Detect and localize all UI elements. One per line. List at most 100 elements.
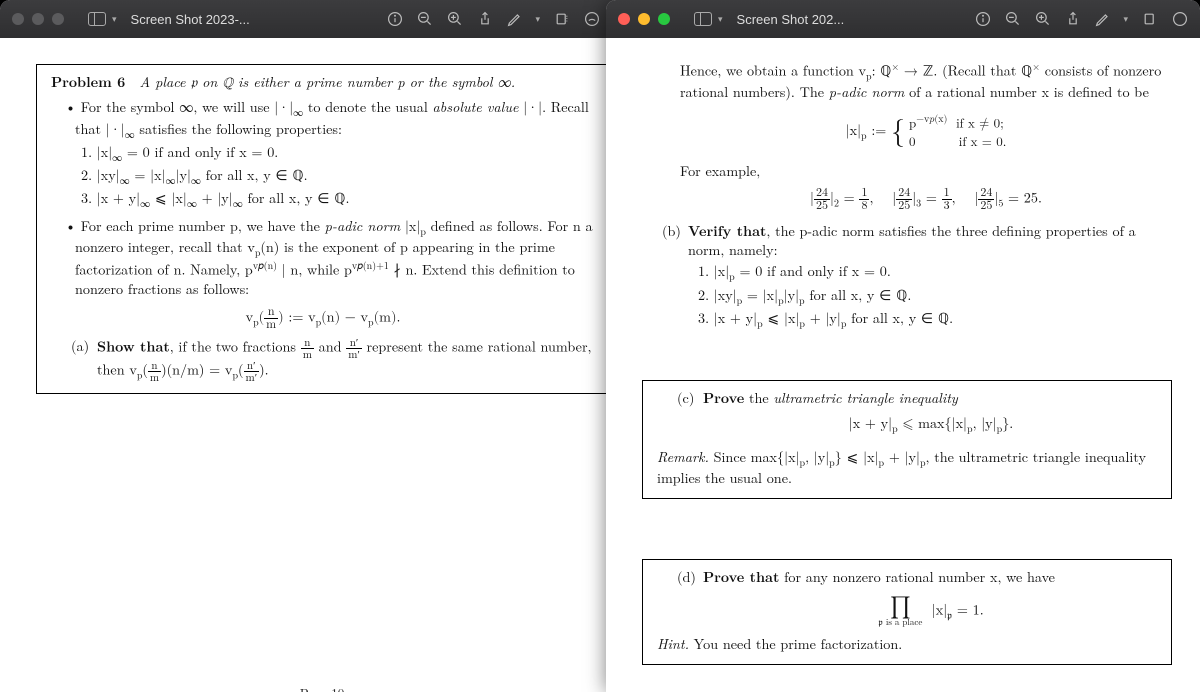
a-label: (a): [71, 337, 97, 383]
t: and: [314, 336, 346, 356]
page-number: Page 10: [36, 684, 608, 692]
part-a: (a) Show that, if the two fractions nm a…: [71, 337, 595, 383]
a-body: Show that, if the two fractions nm and n…: [97, 337, 595, 383]
info-icon[interactable]: [387, 11, 403, 27]
t: 1. |x|: [81, 142, 112, 162]
zoom-in-icon[interactable]: [447, 11, 463, 27]
t: |x|: [932, 603, 947, 617]
c-eq: |x + y|p ⩽ max{|x|p, |y|p}.: [703, 415, 1159, 436]
part-b: (b) Verify that, the p-adic norm satisfi…: [662, 222, 1172, 330]
markup-icon[interactable]: [507, 11, 523, 27]
window-title: Screen Shot 2023-...: [131, 12, 250, 27]
prove: Prove: [703, 388, 744, 408]
min-light[interactable]: [638, 13, 650, 25]
t: ⩽ max{|x|: [898, 417, 967, 431]
highlight-icon[interactable]: [1172, 11, 1188, 27]
chevron-down-icon[interactable]: ▾: [535, 14, 540, 25]
t: ⩽ |x|: [150, 188, 187, 208]
t: if x ≠ 0;: [956, 118, 1004, 131]
t: + |y|: [197, 188, 233, 208]
prop-2: 2. |xy|∞ = |x|∞|y|∞ for all x, y ∈ ℚ.: [81, 166, 595, 187]
toolbar-icons: ▾: [387, 11, 624, 27]
close-light[interactable]: [12, 13, 24, 25]
t: |x|: [400, 216, 420, 236]
t: , if the two fractions: [170, 336, 301, 356]
chevron-down-icon[interactable]: ▾: [1123, 14, 1128, 25]
window-title: Screen Shot 202...: [737, 12, 845, 27]
for-example: For example,: [680, 161, 760, 181]
part-c: (c) Prove the ultrametric triangle inequ…: [677, 389, 1159, 442]
t: 2. |xy|: [698, 285, 737, 305]
hint-label: Hint.: [657, 634, 689, 654]
highlight-icon[interactable]: [584, 11, 600, 27]
prove-that: Prove that: [703, 567, 779, 587]
t: the: [744, 388, 773, 408]
share-icon[interactable]: [1065, 11, 1081, 27]
prop-1: 1. |x|∞ = 0 if and only if x = 0.: [81, 143, 595, 164]
t: = 1.: [952, 603, 984, 617]
page-left: Problem 6 A place 𝔭 on ℚ is either a pri…: [0, 38, 636, 692]
chevron-down-icon[interactable]: ▾: [112, 14, 117, 25]
padic-norm: p-adic norm: [325, 216, 401, 236]
b-label: (b): [662, 222, 688, 330]
d-label: (d): [677, 568, 703, 634]
traffic-lights: [618, 13, 670, 25]
t: = |x|: [742, 285, 778, 305]
vp-def: vp(nm) := vp(n) − vp(m).: [51, 306, 595, 331]
titlebar-right: ▾ Screen Shot 202... ▾: [606, 0, 1200, 38]
t: → ℤ. (Recall that ℚ: [899, 61, 1032, 81]
t: 3. |x + y|: [81, 188, 140, 208]
rotate-icon[interactable]: [554, 11, 570, 27]
t: satisfies the following properties:: [135, 119, 342, 139]
info-icon[interactable]: [975, 11, 991, 27]
chevron-down-icon[interactable]: ▾: [718, 14, 723, 25]
t: : ℚ: [872, 61, 892, 81]
t: to denote the usual: [303, 97, 432, 117]
abs-val: absolute value: [433, 97, 519, 117]
window-right: ▾ Screen Shot 202... ▾ Hence, we obtain …: [606, 0, 1200, 692]
part-c-box: (c) Prove the ultrametric triangle inequ…: [642, 380, 1172, 499]
min-light[interactable]: [32, 13, 44, 25]
t: |y|: [176, 165, 191, 185]
zoom-out-icon[interactable]: [1005, 11, 1021, 27]
infty-bullet: • For the symbol ∞, we will use |·|∞ to …: [65, 98, 595, 141]
rotate-icon[interactable]: [1142, 11, 1158, 27]
norm-def: |x|p := {p−v𝑝(x) if x ≠ 0;0 if x = 0.: [680, 112, 1172, 152]
zoom-in-icon[interactable]: [1035, 11, 1051, 27]
share-icon[interactable]: [477, 11, 493, 27]
prop-3: 3. |x + y|∞ ⩽ |x|∞ + |y|∞ for all x, y ∈…: [81, 189, 595, 210]
toolbar-icons: ▾: [975, 11, 1188, 27]
t: , |y|: [973, 417, 997, 431]
t: for all x, y ∈ ℚ.: [805, 285, 912, 305]
t: + |y|: [805, 308, 841, 328]
titlebar-left: ▾ Screen Shot 2023-... ▾: [0, 0, 636, 38]
t: Since max{|x|: [709, 447, 800, 467]
zoom-light[interactable]: [658, 13, 670, 25]
sidebar-toggle-icon[interactable]: [694, 12, 712, 26]
t: for all x, y ∈ ℚ.: [201, 165, 308, 185]
t: = 0 if and only if x = 0.: [735, 261, 891, 281]
markup-icon[interactable]: [1095, 11, 1111, 27]
hint: Hint. You need the prime factorization.: [657, 635, 1159, 654]
t: 1. |x|: [698, 261, 729, 281]
t: Hence, we obtain a function v: [680, 61, 866, 81]
t: ⩽ |x|: [763, 308, 800, 328]
t: 3. |x + y|: [698, 308, 757, 328]
prime-bullet: • For each prime number p, we have the p…: [65, 217, 595, 300]
b-prop-2: 2. |xy|p = |x|p|y|p for all x, y ∈ ℚ.: [698, 286, 1172, 307]
zoom-light[interactable]: [52, 13, 64, 25]
t: + |y|: [884, 447, 920, 467]
t: for all x, y ∈ ℚ.: [243, 188, 350, 208]
b-body: Verify that, the p-adic norm satisfies t…: [688, 222, 1172, 330]
close-light[interactable]: [618, 13, 630, 25]
traffic-lights: [12, 13, 64, 25]
t: (n/m) = v: [167, 359, 233, 379]
t: 2. |xy|: [81, 165, 120, 185]
examples: |2425|2 = 18, |2425|3 = 13, |2425|5 = 25…: [680, 187, 1172, 212]
sidebar-toggle-icon[interactable]: [88, 12, 106, 26]
d-eq: ∏𝔭 is a place |x|𝔭 = 1.: [703, 596, 1159, 627]
exp: v𝑝(n)+1: [352, 258, 389, 272]
problem-label: Problem 6: [51, 72, 125, 92]
t: | n, while p: [277, 260, 352, 280]
zoom-out-icon[interactable]: [417, 11, 433, 27]
